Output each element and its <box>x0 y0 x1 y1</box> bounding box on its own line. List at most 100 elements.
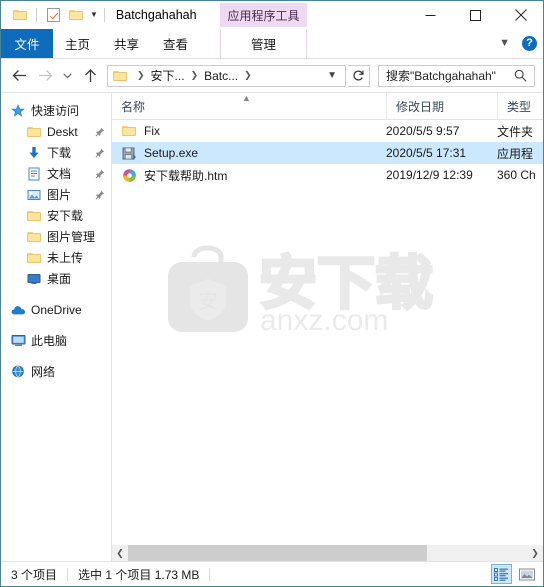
new-folder-icon[interactable] <box>66 5 86 25</box>
browser-icon <box>121 167 137 183</box>
file-name-label: Setup.exe <box>144 146 199 160</box>
details-view-icon[interactable] <box>491 564 512 584</box>
sidebar-item-pictures[interactable]: 图片 <box>1 184 111 205</box>
sidebar-item-label: 此电脑 <box>31 334 68 348</box>
help-icon[interactable]: ? <box>522 36 537 51</box>
scrollbar-thumb[interactable] <box>128 545 428 561</box>
address-bar: ❯ 安下... ❯ Batc... ❯ ▼ <box>1 59 543 92</box>
pin-icon[interactable] <box>95 148 105 158</box>
scroll-left-icon[interactable]: ❮ <box>112 545 128 561</box>
pin-icon[interactable] <box>95 190 105 200</box>
ribbon-tab-bar: 文件 主页 共享 查看 管理 ▼ ? <box>1 29 543 59</box>
installer-icon <box>121 145 137 161</box>
sidebar-item-label: OneDrive <box>31 302 82 317</box>
sidebar-item-anxiazai[interactable]: 安下载 <box>1 205 111 226</box>
recent-locations-icon[interactable] <box>59 64 76 88</box>
file-name-cell: Fix <box>112 120 386 142</box>
folder-icon <box>121 123 137 139</box>
chevron-down-icon[interactable]: ▼ <box>323 70 345 81</box>
sidebar-item-desktop-pinned[interactable]: Deskt <box>1 121 111 142</box>
sidebar-item-onedrive[interactable]: OneDrive <box>1 299 111 320</box>
breadcrumb-separator[interactable]: ❯ <box>239 71 257 80</box>
search-icon[interactable] <box>512 69 534 82</box>
table-row[interactable]: Setup.exe 2020/5/5 17:31 应用程 <box>112 142 543 164</box>
folder-icon <box>113 70 128 82</box>
watermark-subtext: anxz.com <box>260 304 388 335</box>
file-type-cell: 应用程 <box>497 146 534 161</box>
contextual-tab-group: 应用程序工具 <box>220 3 307 27</box>
sidebar-item-label: 桌面 <box>47 272 72 286</box>
horizontal-scrollbar[interactable]: ❮ ❯ <box>112 544 543 561</box>
sidebar-item-network[interactable]: 网络 <box>1 361 111 382</box>
sidebar-item-label: 安下载 <box>47 209 84 223</box>
file-explorer-window: ▼ Batchgahahah 应用程序工具 文件 主页 共享 查看 管理 ▼ ? <box>0 0 544 587</box>
breadcrumb[interactable]: ❯ 安下... ❯ Batc... ❯ ▼ <box>107 64 346 87</box>
watermark-text: 安下载 <box>259 251 433 316</box>
tab-file[interactable]: 文件 <box>1 29 53 58</box>
maximize-icon[interactable] <box>453 1 498 29</box>
column-header-type[interactable]: 类型 <box>497 93 543 119</box>
column-header-label: 名称 <box>121 99 146 114</box>
sidebar-item-not-uploaded[interactable]: 未上传 <box>1 247 111 268</box>
breadcrumb-separator[interactable]: ❯ <box>186 71 204 80</box>
large-icons-view-icon[interactable] <box>516 564 537 584</box>
column-header-label: 修改日期 <box>396 99 445 114</box>
minimize-icon[interactable] <box>408 1 453 29</box>
chevron-down-icon[interactable]: ▼ <box>89 11 98 19</box>
forward-icon[interactable] <box>33 64 57 88</box>
sidebar-item-label: 快速访问 <box>31 104 80 118</box>
column-header-date-modified[interactable]: 修改日期 <box>386 93 497 119</box>
cloud-icon <box>10 302 26 318</box>
up-icon[interactable] <box>78 64 102 88</box>
folder-icon[interactable] <box>10 5 30 25</box>
pin-icon[interactable] <box>95 169 105 179</box>
sidebar-item-documents[interactable]: 文档 <box>1 163 111 184</box>
scroll-right-icon[interactable]: ❯ <box>527 545 543 561</box>
sidebar-item-this-pc[interactable]: 此电脑 <box>1 330 111 351</box>
network-icon <box>10 364 26 380</box>
toolbar-divider <box>36 8 37 22</box>
tab-view[interactable]: 查看 <box>151 29 200 58</box>
sidebar-item-downloads[interactable]: 下载 <box>1 142 111 163</box>
item-count-label: 3 个项目 <box>11 567 58 582</box>
sidebar-item-desktop[interactable]: 桌面 <box>1 268 111 289</box>
refresh-icon[interactable] <box>348 64 370 87</box>
close-icon[interactable] <box>498 1 543 29</box>
table-row[interactable]: 安下载帮助.htm 2019/12/9 12:39 360 Ch <box>112 164 543 186</box>
status-divider-2 <box>209 567 211 581</box>
file-date-cell: 2019/12/9 12:39 <box>386 168 473 182</box>
selection-info-label: 选中 1 个项目 1.73 MB <box>78 567 200 582</box>
scrollbar-track[interactable] <box>128 545 527 561</box>
sidebar-item-label: 图片管理 <box>47 230 96 244</box>
folder-icon <box>26 208 42 224</box>
search-box[interactable] <box>378 64 535 87</box>
sidebar-item-label: 未上传 <box>47 251 84 265</box>
search-input[interactable] <box>379 68 512 83</box>
quick-access-toolbar: ▼ <box>1 5 108 25</box>
pin-icon[interactable] <box>95 127 105 137</box>
breadcrumb-item-0[interactable]: 安下... <box>150 67 186 84</box>
explorer-body: 快速访问 Deskt 下载 文档 图片 安下载 图片管理 未上传 桌面 OneD… <box>1 92 543 561</box>
file-type-cell: 文件夹 <box>497 124 534 139</box>
title-bar: ▼ Batchgahahah 应用程序工具 <box>1 1 543 29</box>
back-icon[interactable] <box>7 64 31 88</box>
table-row[interactable]: Fix 2020/5/5 9:57 文件夹 <box>112 120 543 142</box>
desktop-icon <box>26 271 42 287</box>
breadcrumb-item-1[interactable]: Batc... <box>203 69 239 83</box>
column-header-label: 类型 <box>507 99 532 114</box>
sidebar-item-quick-access[interactable]: 快速访问 <box>1 100 111 121</box>
breadcrumb-separator: ❯ <box>137 70 145 80</box>
chevron-down-icon[interactable]: ▼ <box>499 38 510 49</box>
navigation-pane: 快速访问 Deskt 下载 文档 图片 安下载 图片管理 未上传 桌面 OneD… <box>1 93 112 561</box>
properties-icon[interactable] <box>43 5 63 25</box>
tab-home[interactable]: 主页 <box>53 29 102 58</box>
ribbon-right-controls: ▼ ? <box>499 29 537 58</box>
sidebar-item-label: 下载 <box>47 146 72 160</box>
file-date-cell: 2020/5/5 17:31 <box>386 146 467 160</box>
file-date-cell: 2020/5/5 9:57 <box>386 124 460 138</box>
tab-manage[interactable]: 管理 <box>220 29 307 58</box>
svg-text:安: 安 <box>198 290 218 313</box>
column-header-name[interactable]: 名称 ▲ <box>112 93 386 119</box>
sidebar-item-picture-manage[interactable]: 图片管理 <box>1 226 111 247</box>
tab-share[interactable]: 共享 <box>102 29 151 58</box>
